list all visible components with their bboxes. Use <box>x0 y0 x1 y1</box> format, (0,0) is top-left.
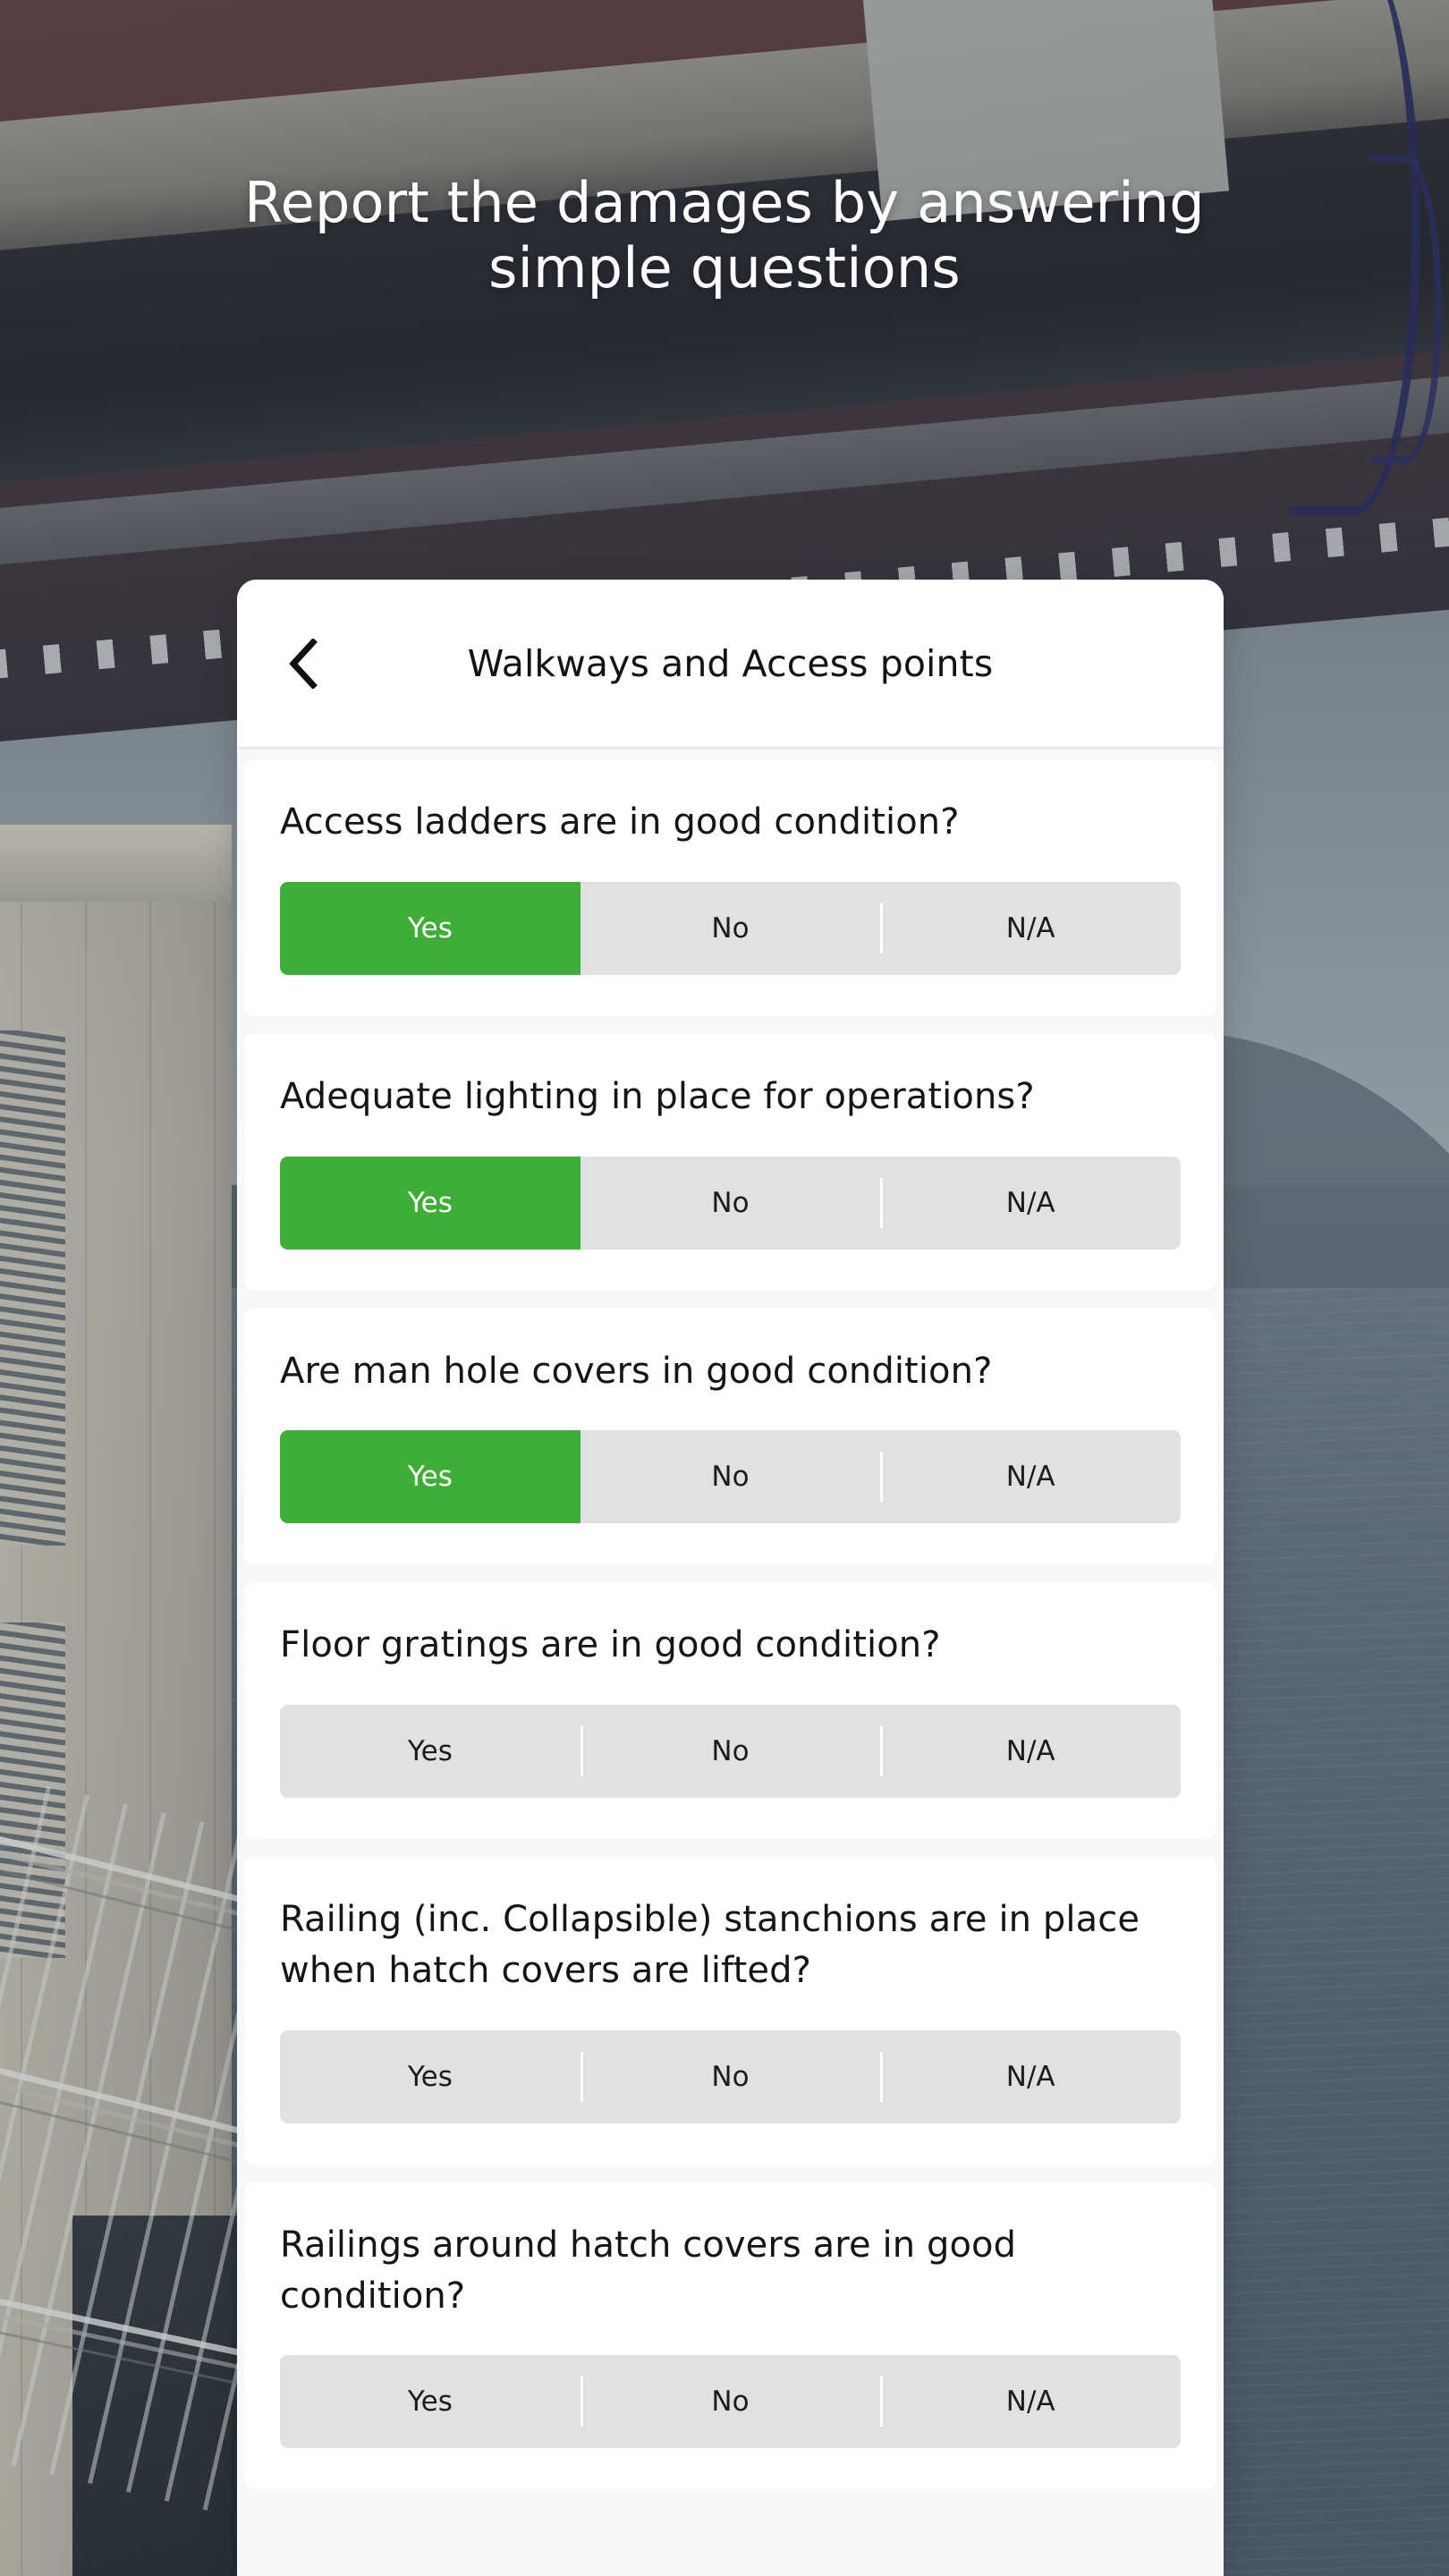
question-text: Railing (inc. Collapsible) stanchions ar… <box>280 1899 1140 1991</box>
answer-toggle-group[interactable]: Yes No N/A <box>280 2355 1181 2449</box>
question-card: Adequate lighting in place for operation… <box>244 1033 1216 1291</box>
question-card: Access ladders are in good condition? Yes… <box>244 759 1216 1016</box>
answer-option-no[interactable]: No <box>580 1430 881 1523</box>
answer-option-na[interactable]: N/A <box>880 1705 1181 1798</box>
answer-toggle-group[interactable]: Yes No N/A <box>280 881 1181 975</box>
question-list[interactable]: Access ladders are in good condition? Yes… <box>237 747 1224 2576</box>
answer-option-na[interactable]: N/A <box>880 2030 1181 2123</box>
answer-option-no[interactable]: No <box>580 882 881 975</box>
answer-option-no[interactable]: No <box>580 2030 881 2123</box>
answer-option-yes[interactable]: Yes <box>280 881 580 975</box>
answer-option-no[interactable]: No <box>580 1705 881 1798</box>
question-text: Railings around hatch covers are in good… <box>280 2224 1017 2317</box>
answer-option-na[interactable]: N/A <box>880 1430 1181 1523</box>
answer-toggle-group[interactable]: Yes No N/A <box>280 2029 1181 2123</box>
answer-option-na[interactable]: N/A <box>880 1157 1181 1250</box>
answer-option-yes[interactable]: Yes <box>280 2030 580 2123</box>
answer-option-yes[interactable]: Yes <box>280 1430 580 1524</box>
answer-option-na[interactable]: N/A <box>880 882 1181 975</box>
hero-section: Report the damages by answering simple q… <box>0 0 1449 301</box>
answer-toggle-group[interactable]: Yes No N/A <box>280 1156 1181 1250</box>
answer-option-na[interactable]: N/A <box>880 2355 1181 2448</box>
question-card: Are man hole covers in good condition? Ye… <box>244 1308 1216 1565</box>
back-button[interactable] <box>276 638 328 690</box>
answer-option-yes[interactable]: Yes <box>280 1705 580 1798</box>
answer-option-yes[interactable]: Yes <box>280 1156 580 1250</box>
card-header: Walkways and Access points <box>237 580 1224 747</box>
question-card: Railing (inc. Collapsible) stanchions ar… <box>244 1857 1216 2165</box>
question-text: Are man hole covers in good condition? <box>280 1350 993 1392</box>
page-title: Report the damages by answering simple q… <box>244 170 1205 301</box>
answer-option-no[interactable]: No <box>580 1157 881 1250</box>
chevron-left-icon <box>287 638 318 689</box>
question-text: Access ladders are in good condition? <box>280 801 960 843</box>
answer-option-no[interactable]: No <box>580 2355 881 2448</box>
answer-option-yes[interactable]: Yes <box>280 2355 580 2448</box>
question-card: Floor gratings are in good condition? Yes… <box>244 1582 1216 1840</box>
answer-toggle-group[interactable]: Yes No N/A <box>280 1705 1181 1799</box>
question-text: Adequate lighting in place for operation… <box>280 1075 1035 1117</box>
answer-toggle-group[interactable]: Yes No N/A <box>280 1430 1181 1524</box>
inspection-form-card: Walkways and Access points Access ladder… <box>237 580 1224 2576</box>
question-card: Railings around hatch covers are in good… <box>244 2182 1216 2490</box>
question-text: Floor gratings are in good condition? <box>280 1624 941 1666</box>
card-title: Walkways and Access points <box>467 641 994 685</box>
